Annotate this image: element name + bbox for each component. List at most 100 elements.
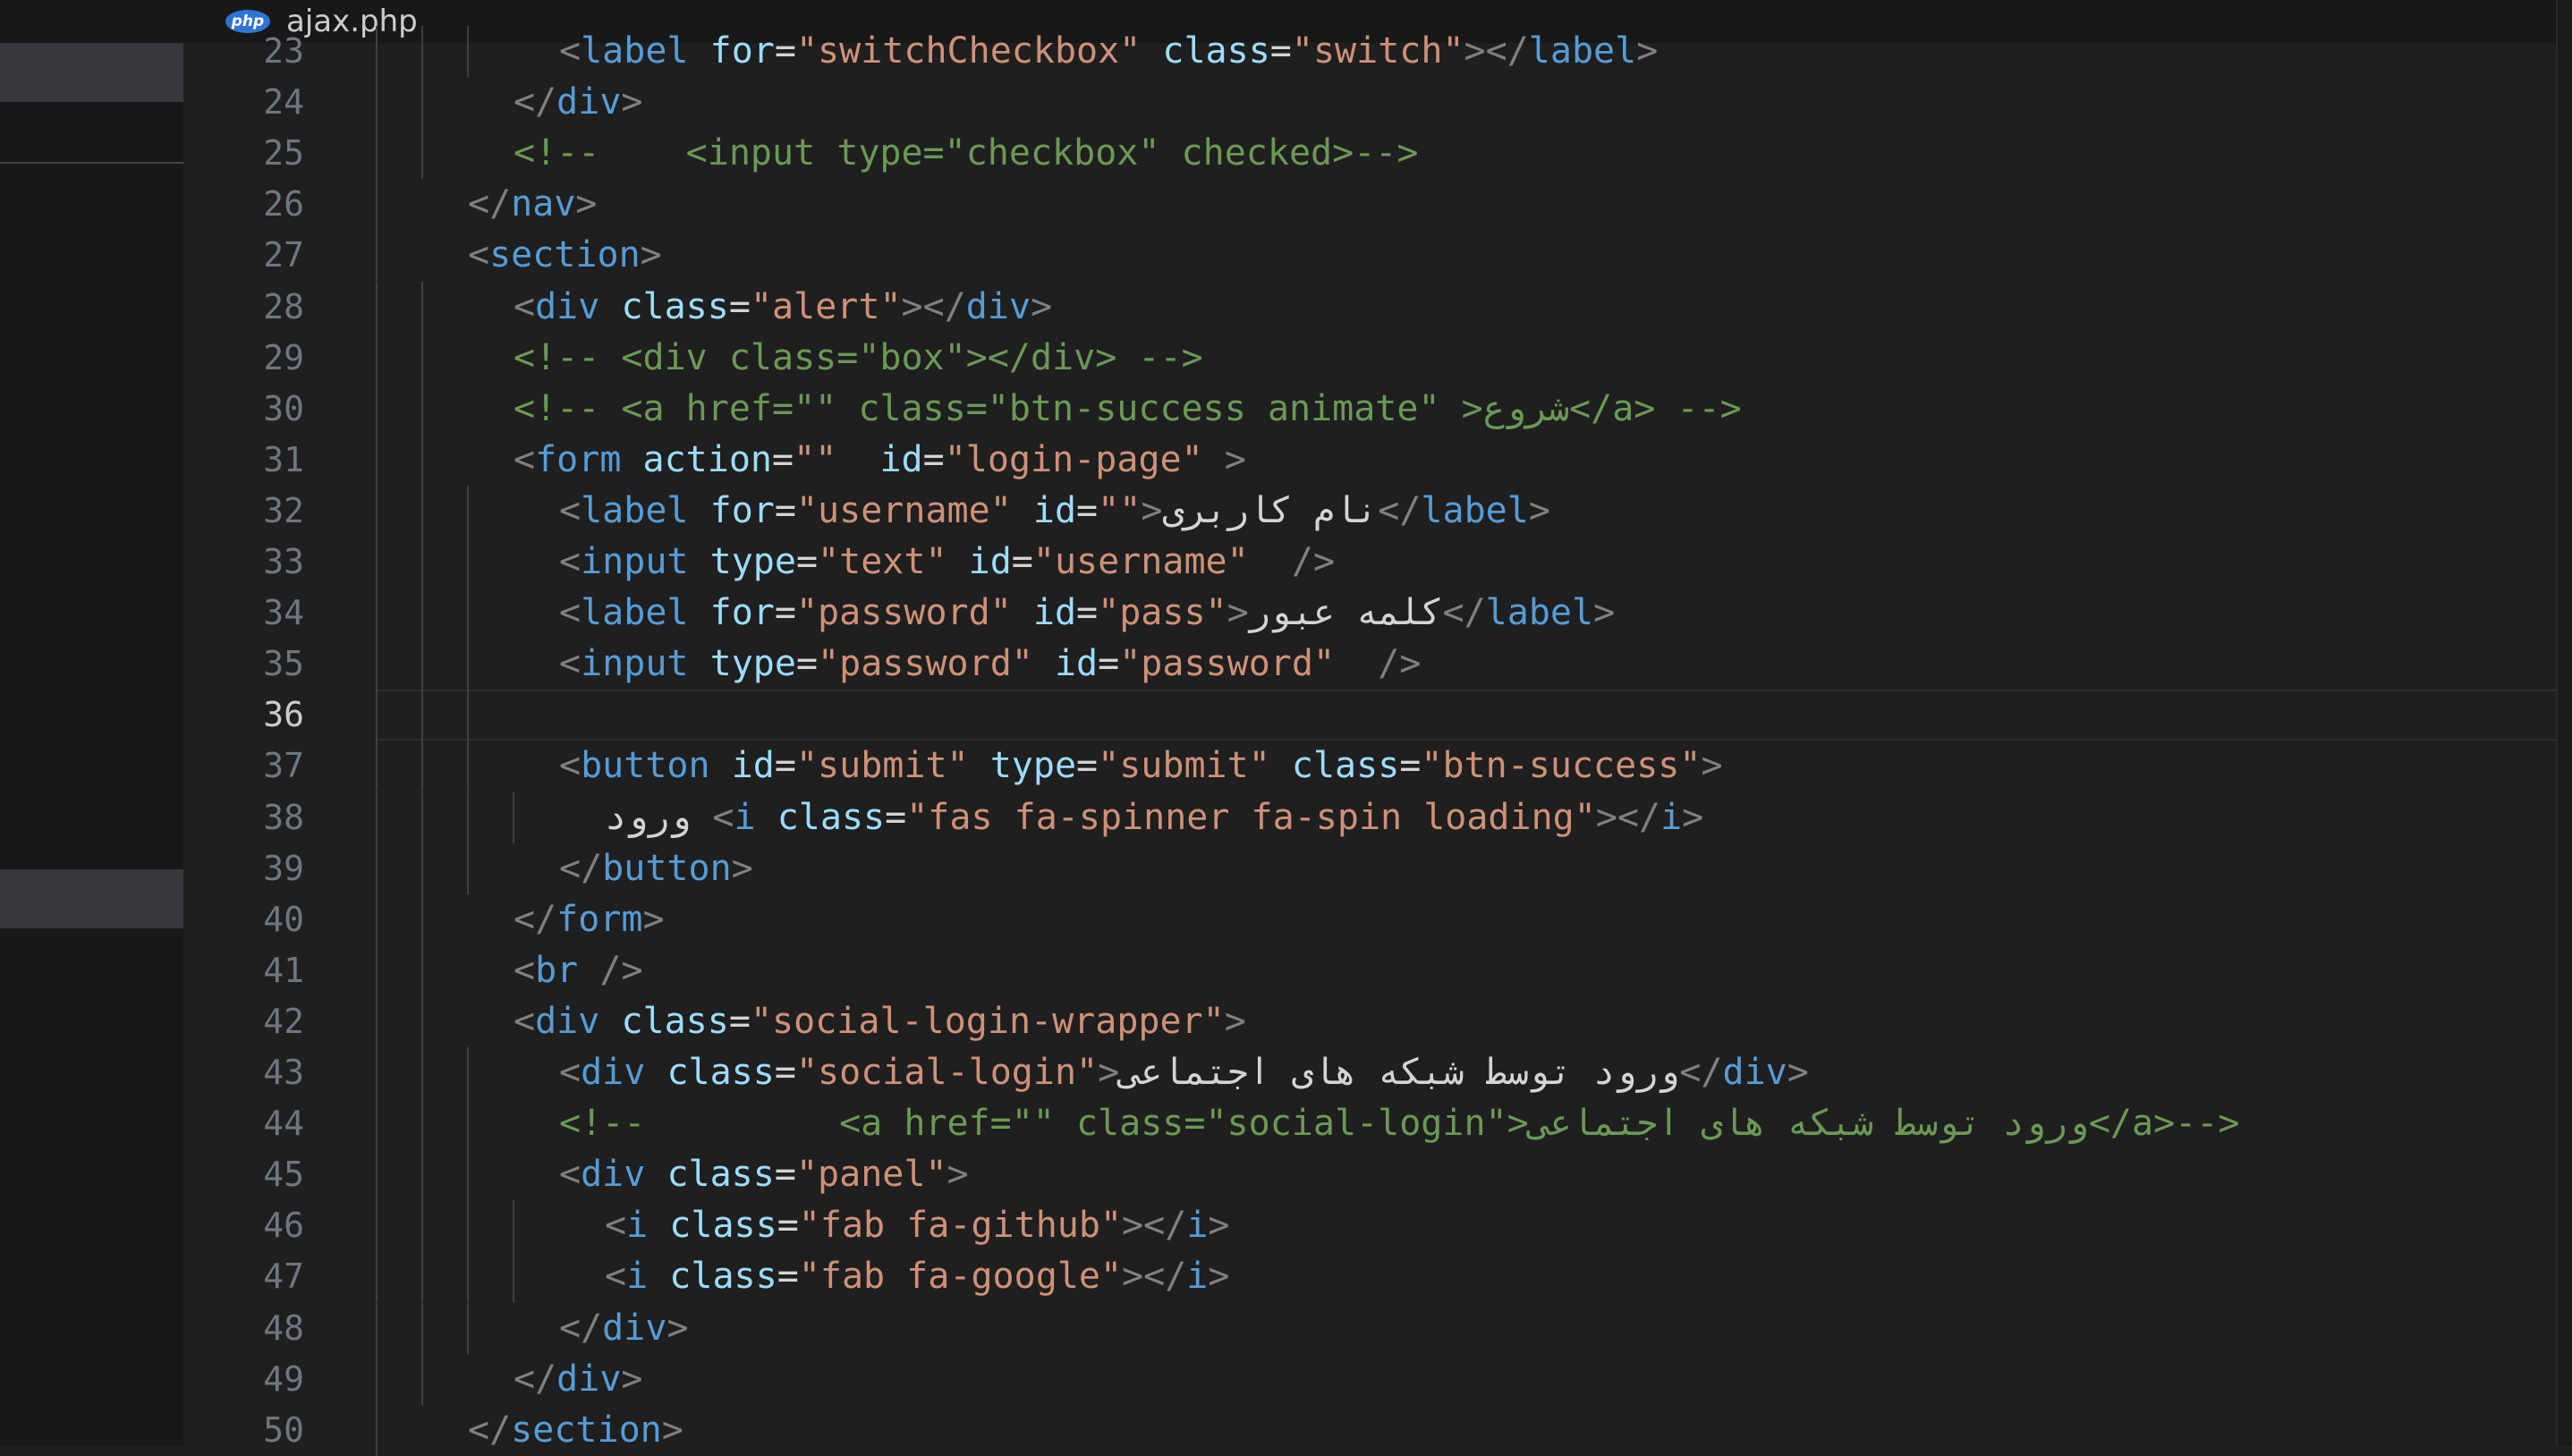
code-text[interactable]: <form action="" id="login-page" > [514,435,1246,486]
tag-name: div [965,285,1031,327]
code-line[interactable]: 33 <input type="text" id="username" /> [183,537,2554,588]
selected-file-row[interactable] [0,43,183,102]
attribute-name: id [1054,643,1099,685]
code-line[interactable]: 32 <label for="username" id="">نام کاربری… [183,486,2554,537]
indent-guide [421,1251,423,1303]
code-line[interactable]: 28 <div class="alert"></div> [183,282,2554,333]
code-text[interactable]: <label for="username" id="">نام کاربری</… [559,486,1550,537]
code-line[interactable]: 36 [183,690,2554,741]
code-line[interactable]: 30 <!-- <a href="" class="btn-success ani… [183,384,2554,435]
code-line[interactable]: 45 <div class="panel"> [183,1149,2554,1200]
attribute-name: class [666,1052,775,1093]
line-number: 41 [263,950,304,990]
code-line[interactable]: 26 </nav> [183,179,2554,230]
text-content [1270,745,1292,786]
vertical-scrollbar[interactable] [2556,0,2572,1446]
indent-guide [467,26,469,78]
code-text[interactable]: <div class="social-login-wrapper"> [514,996,1246,1047]
code-line[interactable]: 41 <br /> [183,945,2554,996]
code-text[interactable]: <section> [468,230,662,281]
comment: <!-- <a href="" class="btn-success anima… [514,387,1742,429]
text-content [756,797,777,838]
attribute-value: "fab fa-github" [798,1205,1123,1247]
code-line[interactable]: 49 </div> [183,1354,2554,1405]
code-line[interactable]: 25 <!-- <input type="checkbox" checked>--… [183,128,2554,179]
attribute-value: "switchCheckbox" [795,30,1142,72]
code-text[interactable]: </section> [468,1405,683,1456]
code-text[interactable]: ورود <i class="fas fa-spinner fa-spin lo… [605,792,1703,843]
code-line[interactable]: 38 ورود <i class="fas fa-spinner fa-spin … [183,792,2554,843]
code-line[interactable]: 48 </div> [183,1303,2554,1354]
code-text[interactable]: <!-- <a href="" class="btn-success anima… [514,384,1742,435]
code-editor[interactable]: 23 <label for="switchCheckbox" class="swi… [183,0,2558,1456]
indent-guide [376,179,378,231]
code-text[interactable]: <!-- <input type="checkbox" checked>--> [514,128,1418,179]
code-text[interactable]: </form> [514,894,665,945]
code-line[interactable]: 31 <form action="" id="login-page" > [183,435,2554,486]
code-line[interactable]: 29 <!-- <div class="box"></div> --> [183,333,2554,384]
line-number: 42 [263,1001,304,1041]
text-content: = [1098,643,1120,685]
code-text[interactable]: <i class="fab fa-github"></i> [605,1200,1229,1251]
code-text[interactable]: </div> [559,1303,689,1354]
indent-guide [421,383,423,435]
text-content [947,541,969,582]
text-content [836,439,879,480]
punctuation: > [1141,489,1163,531]
tag-name: label [581,592,689,634]
text-content [689,592,710,633]
text-content: = [795,643,819,685]
code-line[interactable]: 39 </button> [183,843,2554,894]
punctuation: > [1701,745,1723,787]
code-line[interactable]: 24 </div> [183,77,2554,128]
tag-name: label [1421,489,1529,531]
code-text[interactable]: </button> [559,843,753,894]
code-text[interactable]: <br /> [514,945,643,996]
code-line[interactable]: 23 <label for="switchCheckbox" class="swi… [183,26,2554,77]
code-line[interactable]: 27 <section> [183,230,2554,281]
code-text[interactable]: <label for="password" id="pass">کلمه عبو… [559,588,1615,639]
indent-guide [376,690,378,741]
punctuation: > [1208,1256,1230,1298]
indent-guide [467,1149,469,1201]
code-line[interactable]: 44 <!-- <a href="" class="social-login">و… [183,1098,2554,1149]
punctuation: </ [514,81,557,123]
explorer-sidebar[interactable] [0,0,183,1446]
code-line[interactable]: 35 <input type="password" id="password" /… [183,639,2554,690]
code-text[interactable]: <!-- <div class="box"></div> --> [514,333,1203,384]
text-content [1249,541,1292,582]
code-text[interactable]: <input type="password" id="password" /> [559,639,1421,690]
code-line[interactable]: 47 <i class="fab fa-google"></i> [183,1251,2554,1302]
code-text[interactable]: </div> [514,77,643,128]
code-text[interactable]: <i class="fab fa-google"></i> [605,1251,1229,1302]
text-content: = [777,1256,799,1298]
code-text[interactable]: </nav> [468,179,598,230]
tag-name: div [535,285,600,327]
code-line[interactable]: 34 <label for="password" id="pass">کلمه ع… [183,588,2554,639]
code-text[interactable]: <div class="alert"></div> [514,282,1052,333]
code-text[interactable]: <div class="panel"> [559,1149,969,1200]
tag-name: form [535,438,622,480]
code-line[interactable]: 50 </section> [183,1405,2554,1456]
text-content [969,745,990,786]
code-text[interactable]: </div> [514,1354,643,1405]
code-line[interactable]: 42 <div class="social-login-wrapper"> [183,996,2554,1047]
code-line[interactable]: 46 <i class="fab fa-github"></i> [183,1200,2554,1251]
code-line[interactable]: 37 <button id="submit" type="submit" clas… [183,741,2554,791]
hovered-file-row[interactable] [0,869,183,928]
attribute-name: type [989,745,1077,787]
code-line[interactable]: 43 <div class="social-login">ورود توسط شب… [183,1047,2554,1098]
attribute-name: type [709,541,796,582]
code-line[interactable]: 40 </form> [183,894,2554,945]
indent-guide [376,1149,378,1201]
tag-name: i [734,796,756,838]
code-text[interactable]: <div class="social-login">ورود توسط شبکه… [559,1047,1809,1098]
code-text[interactable]: <!-- <a href="" class="social-login">ورو… [559,1098,2239,1149]
punctuation: </ [559,847,603,889]
code-text[interactable]: <button id="submit" type="submit" class=… [559,741,1723,791]
attribute-value: "username" [1032,541,1249,582]
line-number: 45 [263,1155,304,1195]
code-text[interactable]: <input type="text" id="username" /> [559,537,1335,588]
attribute-value: "panel" [795,1154,947,1196]
code-text[interactable]: <label for="switchCheckbox" class="switc… [559,26,1658,77]
